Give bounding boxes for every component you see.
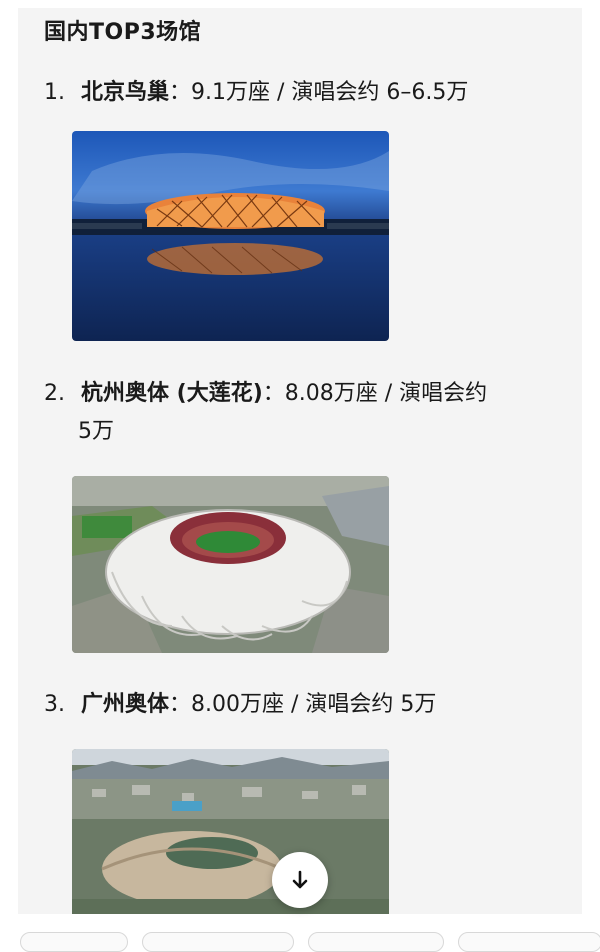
item-number: 3. — [44, 692, 65, 717]
suggestion-chip[interactable] — [458, 932, 600, 952]
item-number: 2. — [44, 381, 65, 406]
venue-detail: ：8.00万座 / 演唱会约 5万 — [169, 692, 437, 717]
item-number: 1. — [44, 80, 65, 105]
guangzhou-stadium-image — [72, 749, 389, 914]
venue-detail: ：9.1万座 / 演唱会约 6–6.5万 — [169, 80, 469, 105]
guangzhou-stadium-photo[interactable] — [72, 749, 389, 914]
answer-card: 国内TOP3场馆 1. 北京鸟巢：9.1万座 / 演唱会约 6–6.5万 2. … — [18, 8, 582, 914]
venue-name: 广州奥体 — [81, 692, 170, 717]
suggestion-chip[interactable] — [20, 932, 128, 952]
suggestion-chip[interactable] — [142, 932, 294, 952]
suggestion-chips-row — [0, 928, 600, 952]
venue-name: 杭州奥体 (大莲花) — [81, 381, 263, 406]
venue-item-2: 2. 杭州奥体 (大莲花)：8.08万座 / 演唱会约 5万 — [44, 375, 564, 451]
lotus-stadium-photo[interactable] — [72, 476, 389, 653]
venue-detail: ：8.08万座 / 演唱会约 — [262, 381, 488, 406]
arrow-down-icon — [292, 870, 308, 889]
suggestion-chip[interactable] — [308, 932, 444, 952]
venue-item-3: 3. 广州奥体：8.00万座 / 演唱会约 5万 — [44, 686, 564, 724]
section-title: 国内TOP3场馆 — [44, 20, 202, 45]
venue-name: 北京鸟巢 — [81, 80, 170, 105]
venue-detail-cont: 5万 — [78, 419, 114, 444]
birds-nest-photo[interactable] — [72, 131, 389, 341]
venue-item-1: 1. 北京鸟巢：9.1万座 / 演唱会约 6–6.5万 — [44, 74, 564, 112]
lotus-stadium-image — [72, 476, 389, 653]
birds-nest-image — [72, 131, 389, 341]
scroll-down-button[interactable] — [272, 852, 328, 908]
